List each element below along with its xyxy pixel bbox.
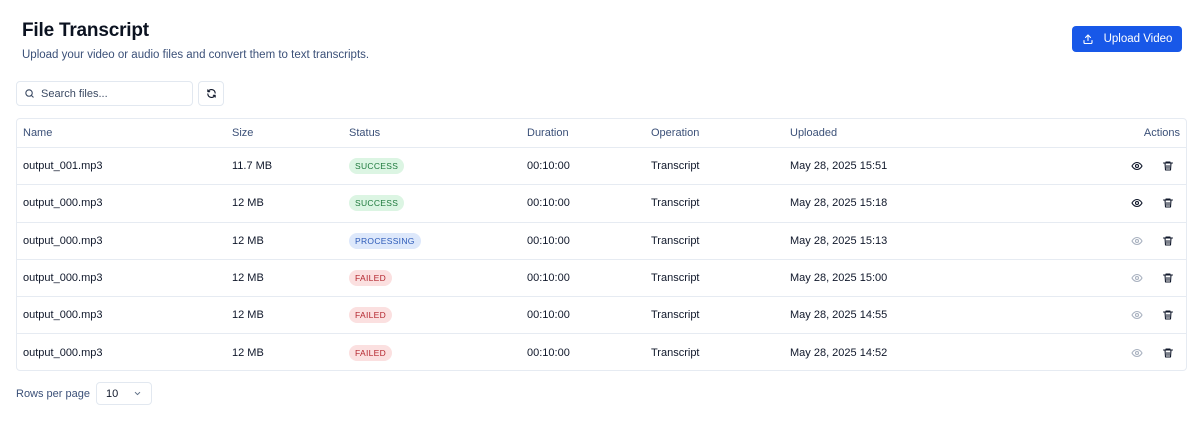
table-body: output_001.mp3 11.7 MB SUCCESS 00:10:00 Tran… bbox=[17, 148, 1186, 370]
file-uploaded: May 28, 2025 14:52 bbox=[790, 347, 888, 360]
search-input[interactable] bbox=[41, 87, 181, 100]
col-actions-header: Actions bbox=[1143, 127, 1180, 139]
trash-icon[interactable] bbox=[1162, 197, 1174, 209]
file-uploaded: May 28, 2025 15:00 bbox=[790, 272, 888, 285]
file-operation: Transcript bbox=[651, 309, 700, 322]
col-uploaded-header[interactable]: Uploaded bbox=[790, 127, 837, 139]
page-title: File Transcript bbox=[22, 20, 149, 41]
rows-per-page-value: 10 bbox=[106, 387, 119, 400]
status-cell: FAILED bbox=[349, 307, 393, 324]
file-size: 12 MB bbox=[232, 234, 264, 247]
page-header: File Transcript Upload your video or aud… bbox=[22, 20, 369, 61]
file-uploaded: May 28, 2025 15:13 bbox=[790, 234, 888, 247]
file-operation: Transcript bbox=[651, 160, 700, 173]
table-row[interactable]: output_000.mp3 12 MB PROCESSING 00:10:00 Tra… bbox=[17, 223, 1186, 260]
search-icon bbox=[24, 88, 35, 99]
table-row[interactable]: output_000.mp3 12 MB SUCCESS 00:10:00 Transc… bbox=[17, 185, 1186, 223]
file-size: 12 MB bbox=[232, 197, 264, 210]
rows-per-page-label: Rows per page bbox=[16, 387, 90, 400]
file-operation: Transcript bbox=[651, 234, 700, 247]
upload-video-label: Upload Video bbox=[1103, 33, 1173, 45]
upload-icon bbox=[1082, 33, 1094, 45]
status-badge: SUCCESS bbox=[349, 158, 405, 175]
file-uploaded: May 28, 2025 15:18 bbox=[790, 197, 888, 210]
search-box[interactable] bbox=[16, 81, 193, 106]
eye-icon[interactable] bbox=[1131, 197, 1143, 209]
file-name: output_001.mp3 bbox=[23, 160, 103, 173]
trash-icon[interactable] bbox=[1162, 272, 1174, 284]
rows-per-page-select[interactable]: 10 bbox=[96, 382, 152, 405]
eye-icon[interactable] bbox=[1131, 160, 1143, 172]
trash-icon[interactable] bbox=[1162, 347, 1174, 359]
file-name: output_000.mp3 bbox=[23, 309, 103, 322]
file-duration: 00:10:00 bbox=[527, 160, 570, 173]
trash-icon[interactable] bbox=[1162, 160, 1174, 172]
file-name: output_000.mp3 bbox=[23, 197, 103, 210]
status-cell: FAILED bbox=[349, 345, 393, 362]
file-name: output_000.mp3 bbox=[23, 347, 103, 360]
col-size-header[interactable]: Size bbox=[232, 127, 253, 139]
file-size: 12 MB bbox=[232, 309, 264, 322]
chevron-down-icon bbox=[133, 389, 142, 398]
status-cell: PROCESSING bbox=[349, 232, 421, 249]
eye-icon bbox=[1131, 309, 1143, 321]
col-duration-header[interactable]: Duration bbox=[527, 127, 569, 139]
file-operation: Transcript bbox=[651, 272, 700, 285]
refresh-icon bbox=[206, 88, 217, 99]
pagination: Rows per page 10 bbox=[16, 382, 152, 405]
status-cell: SUCCESS bbox=[349, 158, 405, 175]
file-uploaded: May 28, 2025 15:51 bbox=[790, 160, 888, 173]
table-row[interactable]: output_001.mp3 11.7 MB SUCCESS 00:10:00 Tran… bbox=[17, 148, 1186, 186]
status-badge: PROCESSING bbox=[349, 232, 421, 249]
trash-icon[interactable] bbox=[1162, 235, 1174, 247]
file-duration: 00:10:00 bbox=[527, 309, 570, 322]
table-row[interactable]: output_000.mp3 12 MB FAILED 00:10:00 Transcr… bbox=[17, 260, 1186, 298]
table-header: Name Size Status Duration Operation Uplo… bbox=[17, 119, 1186, 148]
eye-icon bbox=[1131, 235, 1143, 247]
table-row[interactable]: output_000.mp3 12 MB FAILED 00:10:00 Transcr… bbox=[17, 334, 1186, 370]
file-operation: Transcript bbox=[651, 347, 700, 360]
file-duration: 00:10:00 bbox=[527, 234, 570, 247]
file-duration: 00:10:00 bbox=[527, 272, 570, 285]
page-subtitle: Upload your video or audio files and con… bbox=[22, 49, 370, 61]
col-operation-header[interactable]: Operation bbox=[651, 127, 699, 139]
status-badge: FAILED bbox=[349, 345, 393, 362]
file-size: 12 MB bbox=[232, 347, 264, 360]
eye-icon bbox=[1131, 347, 1143, 359]
file-duration: 00:10:00 bbox=[527, 347, 570, 360]
eye-icon bbox=[1131, 272, 1143, 284]
file-size: 11.7 MB bbox=[232, 160, 273, 173]
status-cell: SUCCESS bbox=[349, 195, 405, 212]
status-badge: FAILED bbox=[349, 270, 393, 287]
file-name: output_000.mp3 bbox=[23, 234, 103, 247]
file-duration: 00:10:00 bbox=[527, 197, 570, 210]
file-name: output_000.mp3 bbox=[23, 272, 103, 285]
file-size: 12 MB bbox=[232, 272, 264, 285]
col-status-header[interactable]: Status bbox=[349, 127, 380, 139]
files-table: Name Size Status Duration Operation Uplo… bbox=[16, 118, 1187, 371]
file-uploaded: May 28, 2025 14:55 bbox=[790, 309, 888, 322]
refresh-button[interactable] bbox=[198, 81, 224, 106]
status-cell: FAILED bbox=[349, 270, 393, 287]
table-row[interactable]: output_000.mp3 12 MB FAILED 00:10:00 Transcr… bbox=[17, 297, 1186, 335]
trash-icon[interactable] bbox=[1162, 309, 1174, 321]
file-operation: Transcript bbox=[651, 197, 700, 210]
status-badge: FAILED bbox=[349, 307, 393, 324]
col-name-header[interactable]: Name bbox=[23, 127, 52, 139]
status-badge: SUCCESS bbox=[349, 195, 405, 212]
upload-video-button[interactable]: Upload Video bbox=[1072, 26, 1182, 52]
